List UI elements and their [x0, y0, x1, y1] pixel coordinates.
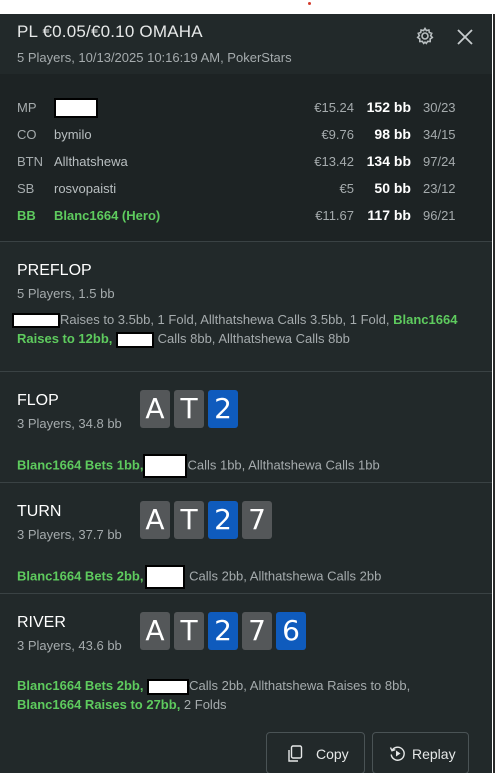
player-row: CO bymilo €9.76 98 bb 34/15 — [0, 123, 492, 147]
player-stack-bb: 98 bb — [374, 126, 411, 142]
player-stack-money: €11.67 — [315, 208, 354, 223]
player-name: bymilo — [54, 127, 92, 142]
replay-icon — [389, 745, 406, 765]
player-position: CO — [17, 127, 37, 142]
street-subtitle: 5 Players, 1.5 bb — [17, 286, 115, 301]
player-position: MP — [17, 100, 37, 115]
street-actions: Blanc1664 Bets 2bb, Calls 2bb, Allthatsh… — [17, 678, 411, 712]
player-name-redacted — [12, 313, 60, 329]
player-stack-money: €9.76 — [321, 127, 354, 142]
gear-icon — [416, 27, 434, 45]
street-title: PREFLOP — [17, 262, 92, 279]
board-card: T — [174, 501, 204, 539]
window-right-border — [493, 14, 495, 773]
player-stats: 30/23 — [423, 100, 456, 115]
board-card: A — [140, 612, 170, 650]
player-stats: 23/12 — [423, 181, 456, 196]
board-card: 2 — [208, 612, 238, 650]
player-stack-bb: 117 bb — [367, 207, 411, 223]
player-position: SB — [17, 181, 35, 196]
player-stack-money: €15.24 — [314, 100, 354, 115]
player-name-redacted — [147, 678, 190, 695]
copy-icon — [287, 745, 303, 766]
street-title: FLOP — [17, 392, 59, 409]
close-icon — [457, 29, 473, 45]
replay-button[interactable]: Replay — [372, 732, 469, 773]
player-name-redacted — [116, 331, 154, 348]
street-subtitle: 3 Players, 34.8 bb — [17, 416, 122, 431]
player-stack-bb: 152 bb — [366, 99, 411, 115]
street-title: TURN — [17, 503, 62, 520]
hand-history-panel: PL €0.05/€0.10 OMAHA 5 Players, 10/13/20… — [0, 14, 492, 773]
game-subtitle: 5 Players, 10/13/2025 10:16:19 AM, Poker… — [17, 50, 292, 65]
settings-button[interactable] — [415, 26, 435, 46]
player-position: BTN — [17, 154, 43, 169]
board-card: 6 — [276, 612, 306, 650]
player-name-redacted — [54, 98, 98, 118]
street-actions: Blanc1664 Bets 2bb, Calls 2bb, Allthatsh… — [17, 565, 462, 589]
player-name-redacted — [145, 565, 186, 589]
street-preflop: PREFLOP 5 Players, 1.5 bb Raises to 3.5b… — [0, 241, 492, 372]
board-card: T — [174, 390, 204, 428]
game-title: PL €0.05/€0.10 OMAHA — [17, 22, 203, 41]
replay-button-label: Replay — [412, 746, 456, 762]
panel-header: PL €0.05/€0.10 OMAHA 5 Players, 10/13/20… — [0, 14, 492, 74]
street-title: RIVER — [17, 614, 66, 631]
close-button[interactable] — [454, 26, 476, 48]
street-flop: FLOP 3 Players, 34.8 bb A T 2 Blanc1664 … — [0, 371, 492, 483]
copy-button[interactable]: Copy — [266, 732, 365, 773]
board-card: 7 — [242, 612, 272, 650]
player-name: Allthatshewa — [54, 154, 128, 169]
player-stack-money: €13.42 — [314, 154, 354, 169]
board-card: T — [174, 612, 204, 650]
player-name: rosvopaisti — [54, 181, 117, 196]
street-subtitle: 3 Players, 37.7 bb — [17, 527, 122, 542]
street-subtitle: 3 Players, 43.6 bb — [17, 638, 122, 653]
board-card: A — [140, 390, 170, 428]
board-card: 2 — [208, 501, 238, 539]
copy-button-label: Copy — [316, 746, 349, 762]
player-stats: 96/21 — [423, 208, 456, 223]
player-row: MP €15.24 152 bb 30/23 — [0, 96, 492, 120]
player-row-hero: BB Blanc1664 (Hero) €11.67 117 bb 96/21 — [0, 204, 492, 228]
players-table: MP €15.24 152 bb 30/23 CO bymilo €9.76 9… — [0, 74, 492, 241]
player-name-redacted — [143, 454, 188, 478]
player-row: BTN Allthatshewa €13.42 134 bb 97/24 — [0, 150, 492, 174]
street-actions: Raises to 3.5bb, 1 Fold, Allthatshewa Ca… — [12, 310, 462, 348]
street-actions: Blanc1664 Bets 1bb, Calls 1bb, Allthatshe… — [17, 454, 462, 478]
player-name: Blanc1664 (Hero) — [54, 208, 161, 223]
player-stack-money: €5 — [339, 181, 354, 196]
player-stats: 97/24 — [423, 154, 456, 169]
player-stack-bb: 50 bb — [374, 180, 411, 196]
board-card: 2 — [208, 390, 238, 428]
player-position: BB — [17, 208, 36, 223]
player-stack-bb: 134 bb — [366, 153, 411, 169]
board-card: 7 — [242, 501, 272, 539]
window-indicator-dot — [308, 2, 311, 5]
player-stats: 34/15 — [423, 127, 456, 142]
street-turn: TURN 3 Players, 37.7 bb A T 2 7 Blanc166… — [0, 482, 492, 594]
player-row: SB rosvopaisti €5 50 bb 23/12 — [0, 177, 492, 201]
board-card: A — [140, 501, 170, 539]
